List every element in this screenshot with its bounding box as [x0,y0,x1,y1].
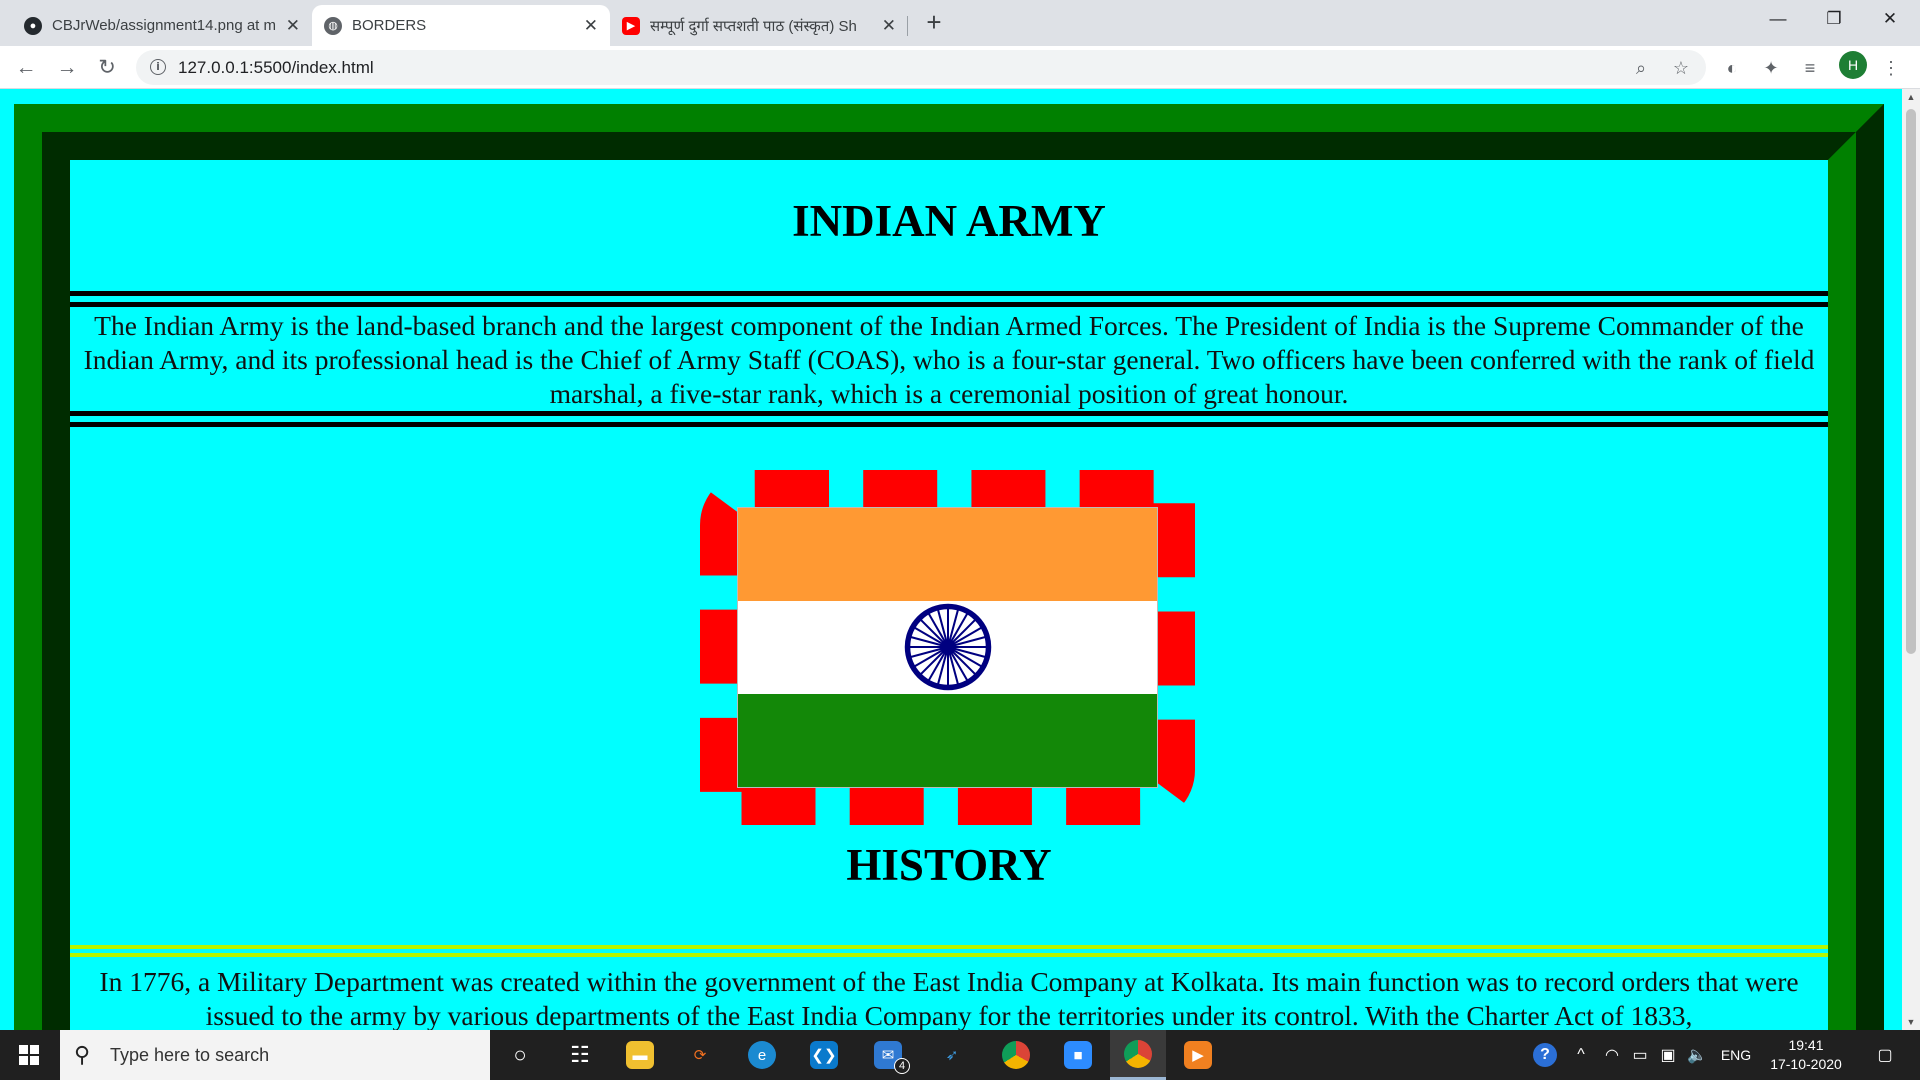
notifications-icon[interactable]: ▢ [1860,1030,1910,1080]
profile-avatar[interactable]: H [1839,51,1867,79]
chrome-profile-icon[interactable] [988,1030,1044,1080]
clock-date: 17-10-2020 [1770,1056,1842,1072]
scrollbar-thumb[interactable] [1906,109,1916,654]
history-paragraph: In 1776, a Military Department was creat… [99,966,1799,1030]
back-arrow-icon[interactable]: ← [10,52,42,84]
restore-button[interactable]: ❐ [1806,0,1862,38]
zoom-icon[interactable]: ■ [1050,1030,1106,1080]
browser-toolbar: ← → ↻ i 127.0.0.1:5500/index.html ⌕ ☆ ◐ … [0,46,1920,89]
media-control-icon[interactable]: ≡ [1795,53,1825,83]
history-section-title: HISTORY [70,839,1828,891]
visual-studio-icon[interactable]: ➶ [924,1030,980,1080]
tab-github[interactable]: ● CBJrWeb/assignment14.png at m ✕ [12,5,312,46]
help-icon[interactable]: ? [1528,1030,1562,1080]
search-icon: ⚲ [74,1042,91,1067]
close-icon[interactable]: ✕ [286,16,300,36]
menu-kebab-icon[interactable]: ⋮ [1876,53,1906,83]
close-icon[interactable]: ✕ [882,16,896,36]
double-rule-top [70,291,1828,307]
url-text[interactable]: 127.0.0.1:5500/index.html [178,58,374,78]
wifi-icon[interactable]: ◠ [1598,1030,1626,1080]
tab-strip: ● CBJrWeb/assignment14.png at m ✕ ◍ BORD… [0,0,1920,46]
green-double-rule [70,945,1828,957]
double-rule-bottom [70,411,1828,427]
tab-borders[interactable]: ◍ BORDERS ✕ [312,5,610,46]
new-tab-button[interactable]: + [920,4,948,40]
flag-dashed-border [700,470,1195,825]
intro-paragraph: The Indian Army is the land-based branch… [83,310,1815,409]
windows-taskbar: ⚲ Type here to search ○ ☷ ▬ ⟳ e ❮❯ ✉ 4 ➶… [0,1030,1920,1080]
title-section: INDIAN ARMY [70,195,1828,247]
youtube-icon: ▶ [622,16,640,35]
task-view-icon[interactable]: ☷ [552,1030,608,1080]
file-explorer-icon[interactable]: ▬ [612,1030,668,1080]
vscode-icon[interactable]: ❮❯ [796,1030,852,1080]
tab-title: CBJrWeb/assignment14.png at m [52,17,276,34]
network-icon[interactable]: ▣ [1654,1030,1682,1080]
zoom-icon[interactable]: ⌕ [1628,55,1654,81]
extensions-puzzle-icon[interactable]: ✦ [1756,53,1786,83]
history-title: HISTORY [846,840,1052,890]
flag-white-band [738,600,1157,694]
tab-title: सम्पूर्ण दुर्गा सप्तशती पाठ (संस्कृत) Sh [650,17,857,35]
reload-icon[interactable]: ↻ [91,52,123,84]
scroll-down-arrow-icon[interactable]: ▼ [1902,1014,1920,1030]
cortana-icon[interactable]: ○ [492,1030,548,1080]
chrome-icon[interactable] [1110,1030,1166,1080]
site-info-icon[interactable]: i [150,59,166,75]
mail-icon[interactable]: ✉ 4 [860,1030,916,1080]
page-scrollbar[interactable]: ▲ ▼ [1902,89,1920,1030]
mail-badge: 4 [894,1058,910,1074]
bookmark-star-icon[interactable]: ☆ [1668,55,1694,81]
globe-icon: ◍ [324,16,342,35]
flag-green-band [738,693,1157,787]
system-clock[interactable]: 19:41 17-10-2020 [1758,1036,1854,1074]
media-player-icon[interactable]: ▶ [1170,1030,1226,1080]
volume-icon[interactable]: 🔈 [1682,1030,1712,1080]
ridge-border-frame: INDIAN ARMY The Indian Army is the land-… [14,104,1884,1030]
close-window-button[interactable]: ✕ [1862,0,1918,38]
address-bar[interactable]: i 127.0.0.1:5500/index.html ⌕ ☆ [136,50,1706,85]
github-icon: ● [24,16,42,35]
search-placeholder: Type here to search [110,1045,270,1065]
page-viewport: INDIAN ARMY The Indian Army is the land-… [0,89,1902,1030]
tray-chevron-icon[interactable]: ^ [1566,1030,1596,1080]
tab-divider [907,16,908,36]
taskbar-search-box[interactable]: ⚲ Type here to search [60,1030,490,1080]
flag-saffron-band [738,508,1157,601]
battery-icon[interactable]: ▭ [1626,1030,1654,1080]
tab-title: BORDERS [352,17,427,34]
indian-flag-image [737,507,1158,788]
language-indicator[interactable]: ENG [1714,1030,1758,1080]
tab-youtube[interactable]: ▶ सम्पूर्ण दुर्गा सप्तशती पाठ (संस्कृत) … [610,5,908,46]
extension-circle-icon[interactable]: ◐ [1717,53,1747,83]
page-title: INDIAN ARMY [792,196,1106,246]
edge-icon[interactable]: e [734,1030,790,1080]
close-icon[interactable]: ✕ [584,16,598,36]
ashoka-chakra-icon [904,604,991,691]
forward-arrow-icon[interactable]: → [51,52,83,84]
minimize-button[interactable]: — [1750,0,1806,38]
windows-start-icon[interactable] [0,1030,58,1080]
sync-icon[interactable]: ⟳ [672,1030,728,1080]
clock-time: 19:41 [1788,1037,1824,1053]
scroll-up-arrow-icon[interactable]: ▲ [1902,89,1920,105]
